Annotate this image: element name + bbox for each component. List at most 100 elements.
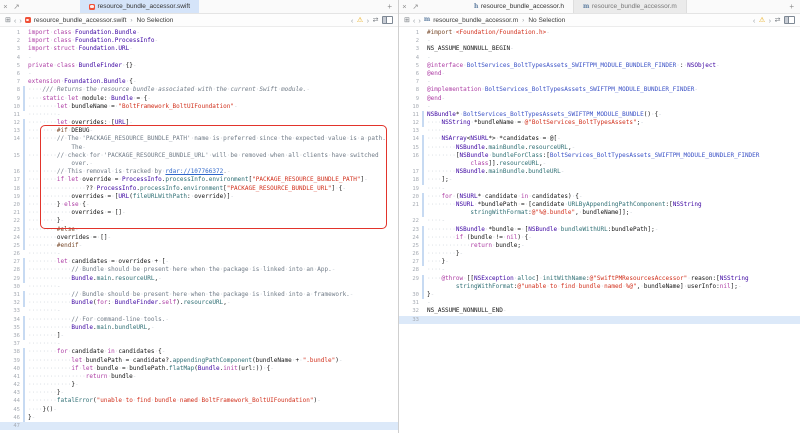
code-row[interactable]: 5private·class·BundleFinder·{}- — [0, 62, 398, 70]
code-row[interactable]: 1import·class·Foundation.Bundle- — [0, 29, 398, 37]
breadcrumb-file[interactable]: resource_bundle_accessor.m — [433, 17, 518, 24]
line-number[interactable]: 41 — [0, 373, 21, 381]
line-number[interactable]: 16 — [0, 168, 21, 176]
code-line-text[interactable]: @implementation·BoltServices_BoltTypesAs… — [427, 86, 800, 94]
code-row[interactable]: 24········if·(bundle·!=·nil)·{- — [399, 234, 800, 242]
line-number[interactable]: 3 — [0, 45, 21, 53]
line-number[interactable]: 8 — [0, 86, 21, 94]
line-number[interactable]: 14 — [399, 135, 420, 143]
code-row[interactable]: 20····for·(NSURL*·candidate·in·candidate… — [399, 193, 800, 201]
code-line-text[interactable]: ········- — [28, 250, 398, 258]
code-line-text[interactable]: ····static·let·module:·Bundle·=·{- — [28, 95, 398, 103]
code-line-text[interactable]: #import·<Foundation/Foundation.h>- — [427, 29, 800, 37]
line-number[interactable]: 27 — [0, 258, 21, 266]
prev-issue-button[interactable]: ‹ — [351, 17, 354, 24]
code-row[interactable]: 46}- — [0, 414, 398, 422]
code-editor-objc[interactable]: 1#import·<Foundation/Foundation.h>-2-3NS… — [399, 27, 800, 433]
editor-options-icon[interactable] — [382, 16, 393, 25]
line-number[interactable]: 16 — [399, 152, 420, 160]
add-tab-button[interactable]: + — [783, 0, 800, 13]
code-line-text[interactable]: ········NSBundle·*bundle·=·[NSBundle·bun… — [427, 226, 800, 234]
code-row[interactable]: 36········]- — [0, 332, 398, 340]
current-line-row[interactable]: 33 — [399, 316, 800, 324]
line-number[interactable]: 15 — [0, 152, 21, 160]
code-row[interactable]: 42 ············}- — [0, 381, 398, 389]
code-row[interactable]: 1#import·<Foundation/Foundation.h>- — [399, 29, 800, 37]
code-line-text[interactable]: ········//·The·'PACKAGE_RESOURCE_BUNDLE_… — [28, 135, 398, 143]
code-row[interactable]: 2- — [399, 37, 800, 45]
code-line-text[interactable]: ············let·bundlePath·=·candidate?.… — [28, 357, 398, 365]
line-number[interactable]: 37 — [0, 340, 21, 348]
code-row[interactable]: stringWithFormat:@"unable·to·find·bundle… — [399, 283, 800, 291]
code-line-text[interactable]: ················??·ProcessInfo.processIn… — [28, 185, 398, 193]
code-line-text[interactable]: ········- — [28, 340, 398, 348]
code-line-text[interactable]: ············overrides·=·[]- — [28, 209, 398, 217]
expand-editor-icon[interactable]: ↗ — [11, 0, 22, 13]
line-number[interactable]: 8 — [399, 86, 420, 94]
code-row[interactable]: 16········[NSBundle·bundleForClass:[Bolt… — [399, 152, 800, 160]
code-line-text[interactable]: }- — [427, 291, 800, 299]
line-number[interactable]: 29 — [0, 275, 21, 283]
code-row[interactable]: 25············return·bundle;- — [399, 242, 800, 250]
code-row[interactable]: 27····}- — [399, 258, 800, 266]
line-number[interactable]: 20 — [399, 193, 420, 201]
code-row[interactable]: class]].resourceURL,- — [399, 160, 800, 168]
code-line-text[interactable]: ········let·candidates·=·overrides·+·[- — [28, 258, 398, 266]
code-line-text[interactable]: ········#endif- — [28, 242, 398, 250]
code-row[interactable]: 17········NSBundle.mainBundle.bundleURL- — [399, 168, 800, 176]
code-row[interactable]: 14········//·The·'PACKAGE_RESOURCE_BUNDL… — [0, 135, 398, 143]
code-line-text[interactable]: ········#if·DEBUG- — [28, 127, 398, 135]
code-editor-swift[interactable]: 1import·class·Foundation.Bundle-2import·… — [0, 27, 398, 433]
code-line-text[interactable]: ····@throw·[[NSException·alloc]·initWith… — [427, 275, 800, 283]
warning-icon[interactable]: ⚠ — [357, 17, 363, 24]
code-row[interactable]: 16········//·This·removal·is·tracked·by·… — [0, 168, 398, 176]
code-row[interactable]: 5@interface·BoltServices_BoltTypesAssets… — [399, 62, 800, 70]
code-row[interactable]: 22····- — [399, 217, 800, 225]
code-row[interactable]: 20········}·else·{- — [0, 201, 398, 209]
line-number[interactable]: 34 — [0, 316, 21, 324]
code-line-text[interactable]: ········//·check·for·'PACKAGE_RESOURCE_B… — [28, 152, 398, 160]
code-line-text[interactable]: NS_ASSUME_NONNULL_END- — [427, 307, 800, 315]
code-line-text[interactable]: ············}- — [28, 381, 398, 389]
code-line-text[interactable]: ········if·(bundle·!=·nil)·{- — [427, 234, 800, 242]
code-line-text[interactable]: NSBundle*·BoltServices_BoltTypesAssets_S… — [427, 111, 800, 119]
code-line-text[interactable]: - — [427, 299, 800, 307]
line-number[interactable] — [399, 283, 420, 291]
code-line-text[interactable]: ········NSBundle.mainBundle.bundleURL- — [427, 168, 800, 176]
line-number[interactable]: 25 — [399, 242, 420, 250]
code-row[interactable]: 37 ········- — [0, 340, 398, 348]
code-line-text[interactable]: ············overrides·=·[URL(fileURLWith… — [28, 193, 398, 201]
line-number[interactable]: 42 — [0, 381, 21, 389]
code-line-text[interactable]: ····}()- — [28, 406, 398, 414]
line-number[interactable]: 18 — [399, 176, 420, 184]
code-row[interactable]: 32············Bundle(for:·BundleFinder.s… — [0, 299, 398, 307]
line-number[interactable]: 38 — [0, 348, 21, 356]
code-row[interactable]: 30········- — [0, 283, 398, 291]
code-row[interactable]: 31············//·Bundle·should·be·presen… — [0, 291, 398, 299]
line-number[interactable]: 2 — [399, 37, 420, 45]
code-line-text[interactable]: ············Bundle.main.bundleURL,- — [28, 324, 398, 332]
line-number[interactable] — [399, 209, 420, 217]
line-number[interactable]: 4 — [399, 54, 420, 62]
code-row[interactable]: 4- — [0, 54, 398, 62]
code-row[interactable]: 28····- — [399, 266, 800, 274]
code-line-text[interactable]: The- — [28, 144, 398, 152]
code-line-text[interactable]: - — [28, 54, 398, 62]
code-row[interactable]: 7extension·Foundation.Bundle·{- — [0, 78, 398, 86]
code-row[interactable]: 18····];- — [399, 176, 800, 184]
code-line-text[interactable]: over.- — [28, 160, 398, 168]
line-number[interactable]: 17 — [0, 176, 21, 184]
line-number[interactable]: 13 — [0, 127, 21, 135]
line-number[interactable]: 28 — [0, 266, 21, 274]
line-number[interactable]: 44 — [0, 397, 21, 405]
tab-resource-bundle-accessor-h[interactable]: h resource_bundle_accessor.h — [465, 0, 573, 13]
code-row[interactable]: 44········fatalError("unable·to·find·bun… — [0, 397, 398, 405]
close-editor-icon[interactable]: × — [399, 0, 410, 13]
line-number[interactable]: 5 — [399, 62, 420, 70]
code-row[interactable]: 38········for·candidate·in·candidates·{- — [0, 348, 398, 356]
code-line-text[interactable]: ········- — [28, 111, 398, 119]
code-line-text[interactable]: ········- — [28, 307, 398, 315]
code-row[interactable]: 9@end- — [399, 95, 800, 103]
forward-button[interactable]: › — [418, 17, 421, 24]
line-number[interactable]: 9 — [399, 95, 420, 103]
